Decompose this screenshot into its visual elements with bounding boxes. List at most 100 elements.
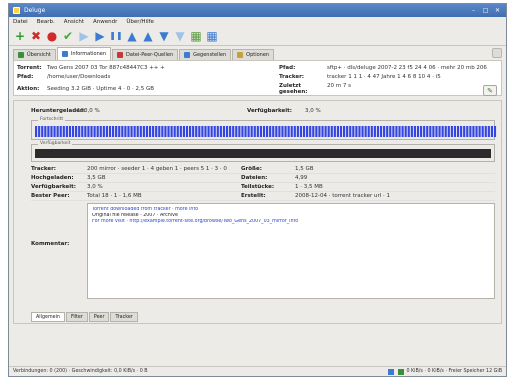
piece-mark [53, 126, 56, 137]
piece-mark [472, 126, 475, 137]
piece-mark [35, 126, 38, 137]
edit-button[interactable]: ✎ [483, 85, 497, 96]
piece-mark [392, 126, 395, 137]
piece-mark [420, 126, 423, 137]
menu-anwenden[interactable]: Anwendr [93, 19, 117, 25]
details-table: Tracker: 200 mirror · seeder 1 · 4 geben … [31, 165, 495, 201]
piece-mark [330, 126, 333, 137]
piece-mark [229, 126, 232, 137]
remove-torrent-button[interactable]: ✖ [29, 29, 43, 43]
queue-up-alt-button[interactable]: ▲ [141, 29, 155, 43]
piece-mark [281, 126, 284, 137]
tab-overview[interactable]: Übersicht [13, 49, 56, 60]
piece-mark [118, 126, 121, 137]
queue-down-button[interactable]: ▼ [157, 29, 171, 43]
piece-mark [441, 126, 444, 137]
preferences-button[interactable]: ▦ [189, 29, 203, 43]
piece-mark [105, 126, 108, 137]
piece-mark [161, 126, 164, 137]
title-bar: Deluge – □ ✕ [9, 4, 506, 17]
piece-mark [78, 126, 81, 137]
piece-mark [167, 126, 170, 137]
status-bar: Verbindungen: 0 (200) · Geschwindigkeit:… [9, 366, 506, 376]
peers-icon [184, 52, 191, 58]
tab-peers[interactable]: Gegenstellen [179, 49, 232, 60]
piece-mark [463, 126, 466, 137]
piece-mark [309, 126, 312, 137]
piece-mark [192, 126, 195, 137]
menu-bearbeiten[interactable]: Bearb. [37, 19, 55, 25]
piece-mark [115, 126, 118, 137]
piece-mark [173, 126, 176, 137]
menu-bar: Datei Bearb. Ansicht Anwendr Über/Hilfe [9, 17, 506, 27]
piece-mark [432, 126, 435, 137]
piece-mark [321, 126, 324, 137]
menu-ansicht[interactable]: Ansicht [64, 19, 84, 25]
piece-mark [296, 126, 299, 137]
status-speed: 0 KiB/s · 0 KiB/s · Freier Speicher 12 G… [406, 369, 502, 374]
info-row: Torrent: Two Gens 2007 03 Tor 887c48447C… [17, 64, 487, 71]
piece-mark [493, 126, 497, 137]
tab-peer[interactable]: Peer [88, 312, 110, 322]
connection-button[interactable]: ▦ [205, 29, 219, 43]
tab-information[interactable]: Informationen [56, 47, 112, 60]
piece-mark [90, 126, 93, 137]
piece-mark [404, 126, 407, 137]
piece-mark [361, 126, 364, 137]
piece-mark [438, 126, 441, 137]
play-button[interactable]: ▶ [77, 29, 91, 43]
add-torrent-button[interactable]: + [13, 29, 27, 43]
piece-mark [478, 126, 481, 137]
tab-general[interactable]: Allgemein [31, 312, 65, 322]
minimize-button[interactable]: – [469, 7, 478, 15]
details-row: Hochgeladen: 3,5 GB Dateien: 4,99 [31, 174, 495, 183]
menu-hilfe[interactable]: Über/Hilfe [126, 19, 154, 25]
piece-mark [68, 126, 72, 137]
options-icon [237, 52, 244, 58]
piece-mark [41, 126, 44, 137]
no-entry-button[interactable]: ● [45, 29, 59, 43]
piece-mark [124, 126, 127, 137]
piece-mark [108, 126, 112, 137]
piece-mark [413, 126, 416, 137]
maximize-button[interactable]: □ [481, 7, 490, 15]
comment-link[interactable]: For more visit · http://example.torrent-… [92, 219, 490, 225]
menu-datei[interactable]: Datei [13, 19, 28, 25]
piece-mark [383, 126, 386, 137]
piece-mark [235, 126, 238, 137]
piece-mark [475, 126, 478, 137]
tab-options[interactable]: Optionen [232, 49, 275, 60]
close-button[interactable]: ✕ [493, 7, 502, 15]
tab-tracker[interactable]: Tracker [110, 312, 138, 322]
piece-mark [84, 126, 87, 137]
piece-mark [75, 126, 78, 137]
piece-mark [269, 126, 272, 137]
queue-bottom-button[interactable]: ▼ [173, 29, 187, 43]
piece-mark [59, 126, 62, 137]
details-row: Verfügbarkeit: 3,0 % Teilstücke: 1 · 3,5 MB [31, 183, 495, 192]
comment-box[interactable]: Torrent downloaded from tracker · more i… [87, 203, 495, 299]
resume-button[interactable]: ▶ [93, 29, 107, 43]
piece-mark [379, 126, 383, 137]
queue-up-button[interactable]: ▲ [125, 29, 139, 43]
tab-filter[interactable]: Filter [65, 312, 88, 322]
piece-mark [133, 126, 136, 137]
tab-menu-button[interactable] [492, 48, 502, 58]
details-row: Tracker: 200 mirror · seeder 1 · 4 geben … [31, 165, 495, 174]
piece-mark [112, 126, 115, 137]
check-button[interactable]: ✔ [61, 29, 75, 43]
piece-mark [210, 126, 213, 137]
piece-mark [253, 126, 256, 137]
piece-mark [435, 126, 438, 137]
pause-button[interactable]: ❚❚ [109, 29, 123, 43]
piece-mark [256, 126, 259, 137]
tab-file-sources[interactable]: Datei-Peer-Quellen [112, 49, 179, 60]
piece-mark [262, 126, 266, 137]
piece-mark [93, 126, 96, 137]
piece-mark [102, 126, 105, 137]
piece-mark [423, 126, 426, 137]
piece-mark [241, 126, 244, 137]
piece-mark [395, 126, 398, 137]
piece-mark [136, 126, 139, 137]
piece-mark [259, 126, 262, 137]
